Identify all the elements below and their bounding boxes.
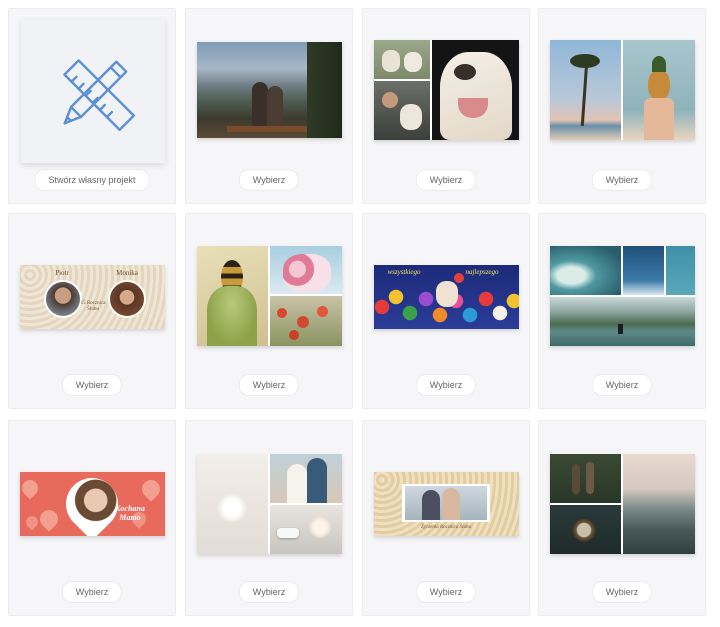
wedding-collage[interactable] bbox=[197, 454, 342, 554]
mother-caption: Kochana Mamo bbox=[115, 504, 145, 522]
birthday-text-right: najlepszego bbox=[465, 268, 499, 276]
card-template-4[interactable]: Wybierz bbox=[538, 8, 706, 204]
card-template-9[interactable]: Kochana Mamo Wybierz bbox=[8, 420, 176, 616]
name-left: Piotr bbox=[55, 269, 69, 277]
select-button[interactable]: Wybierz bbox=[591, 374, 653, 396]
select-button[interactable]: Wybierz bbox=[238, 374, 300, 396]
lace-caption: Życzenia Rocznica Ślubu bbox=[421, 525, 471, 530]
hearts-mother-banner[interactable]: Kochana Mamo bbox=[20, 472, 165, 536]
anniversary-lace-banner[interactable]: Piotr Monika 15 Rocznica Ślubu bbox=[20, 265, 165, 329]
card-template-12[interactable]: Wybierz bbox=[538, 420, 706, 616]
card-custom-project[interactable]: Stwórz własny projekt bbox=[8, 8, 176, 204]
card-template-2[interactable]: Wybierz bbox=[185, 8, 353, 204]
lace-photo-banner[interactable]: Życzenia Rocznica Ślubu bbox=[374, 472, 519, 536]
card-template-6[interactable]: Wybierz bbox=[185, 213, 353, 409]
palm-pineapple-collage[interactable] bbox=[550, 40, 695, 140]
card-template-8[interactable]: Wybierz bbox=[538, 213, 706, 409]
card-template-7[interactable]: wszystkiego najlepszego Wybierz bbox=[362, 213, 530, 409]
anniversary-caption: 15 Rocznica Ślubu bbox=[80, 301, 106, 312]
pencil-ruler-icon bbox=[63, 59, 135, 131]
sea-mountains-collage[interactable] bbox=[550, 246, 695, 346]
forest-mountains-collage[interactable] bbox=[550, 454, 695, 554]
select-button[interactable]: Wybierz bbox=[415, 581, 477, 603]
bee-flowers-collage[interactable] bbox=[197, 246, 342, 346]
select-button[interactable]: Wybierz bbox=[591, 169, 653, 191]
select-button[interactable]: Wybierz bbox=[415, 374, 477, 396]
custom-project-tile[interactable] bbox=[21, 19, 165, 163]
card-template-5[interactable]: Piotr Monika 15 Rocznica Ślubu Wybierz bbox=[8, 213, 176, 409]
dog-collage[interactable] bbox=[374, 40, 519, 140]
mountain-couple-photo[interactable] bbox=[197, 42, 342, 138]
select-button[interactable]: Wybierz bbox=[591, 581, 653, 603]
select-button[interactable]: Wybierz bbox=[61, 374, 123, 396]
create-own-project-button[interactable]: Stwórz własny projekt bbox=[34, 169, 150, 191]
birthday-text-left: wszystkiego bbox=[387, 268, 421, 276]
select-button[interactable]: Wybierz bbox=[238, 581, 300, 603]
card-template-11[interactable]: Życzenia Rocznica Ślubu Wybierz bbox=[362, 420, 530, 616]
card-template-10[interactable]: Wybierz bbox=[185, 420, 353, 616]
name-right: Monika bbox=[116, 269, 138, 277]
select-button[interactable]: Wybierz bbox=[415, 169, 477, 191]
select-button[interactable]: Wybierz bbox=[238, 169, 300, 191]
card-template-3[interactable]: Wybierz bbox=[362, 8, 530, 204]
birthday-balloons-banner[interactable]: wszystkiego najlepszego bbox=[374, 265, 519, 329]
select-button[interactable]: Wybierz bbox=[61, 581, 123, 603]
